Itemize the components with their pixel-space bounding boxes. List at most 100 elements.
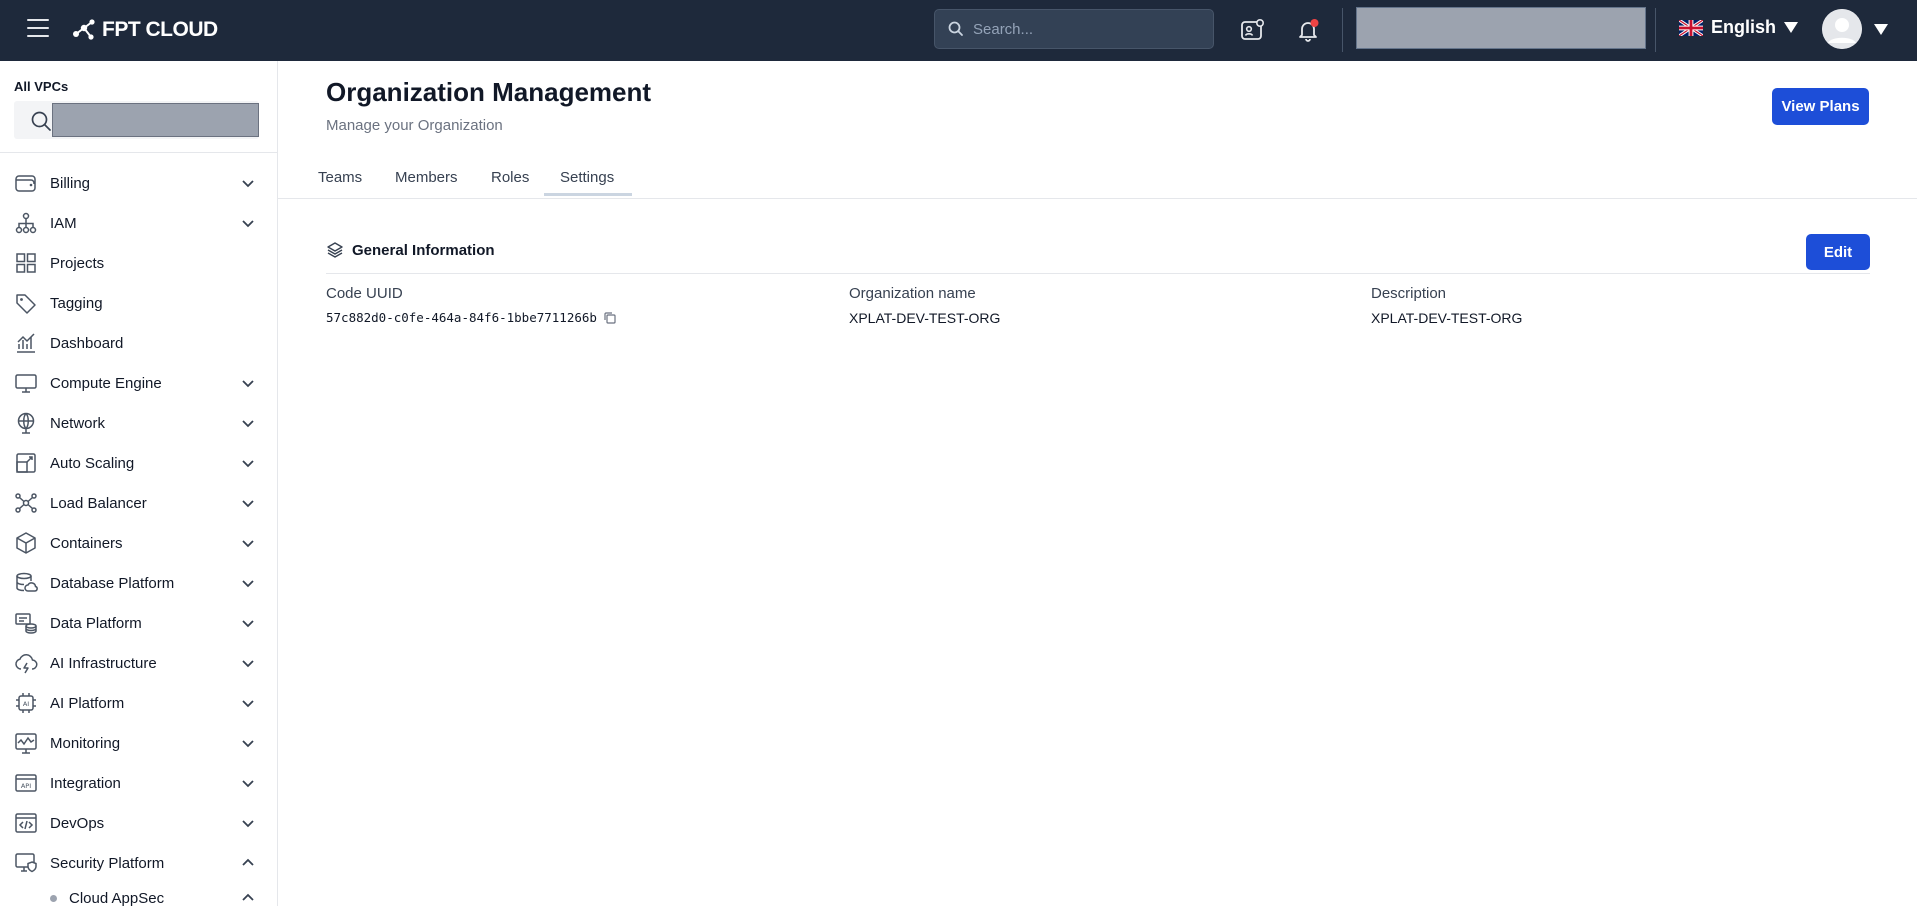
description-value: XPLAT-DEV-TEST-ORG	[1371, 310, 1523, 326]
sidebar-subitem-cloud-appsec[interactable]: Cloud AppSec	[0, 883, 277, 906]
sidebar-item-label: Compute Engine	[50, 374, 162, 392]
sidebar-item-label: IAM	[50, 214, 77, 232]
sidebar-item-label: Auto Scaling	[50, 454, 135, 472]
api-icon: API	[15, 774, 37, 792]
general-info-header: General Information	[326, 241, 495, 259]
notification-bell-icon[interactable]	[1294, 16, 1322, 44]
language-selector[interactable]: English	[1679, 17, 1799, 38]
chevron-down-icon	[242, 820, 254, 828]
header-divider	[1655, 8, 1656, 52]
sidebar-item-label: Tagging	[50, 294, 103, 312]
user-menu-caret-icon[interactable]	[1874, 24, 1888, 35]
search-icon	[948, 21, 963, 36]
view-plans-button[interactable]: View Plans	[1772, 88, 1869, 125]
tab-teams[interactable]: Teams	[318, 155, 362, 199]
sidebar-item-billing[interactable]: Billing	[0, 163, 277, 203]
chevron-down-icon	[242, 540, 254, 548]
brand-logo[interactable]: FPT CLOUD	[70, 16, 218, 44]
globe-icon	[17, 412, 35, 434]
tab-roles[interactable]: Roles	[491, 155, 529, 199]
vpc-label: All VPCs	[14, 79, 69, 94]
sidebar-item-label: AI Platform	[50, 694, 125, 712]
organization-name-value: XPLAT-DEV-TEST-ORG	[849, 310, 1001, 326]
active-tab-indicator	[544, 193, 632, 196]
sidebar-item-data-platform[interactable]: Data Platform	[0, 603, 277, 643]
chevron-down-icon	[242, 460, 254, 468]
box-icon	[16, 532, 36, 554]
vpc-search-field[interactable]	[14, 101, 259, 139]
header-divider	[1342, 8, 1343, 52]
hamburger-menu-icon[interactable]	[27, 19, 49, 37]
sidebar-item-label: Network	[50, 414, 106, 432]
copy-icon[interactable]	[603, 311, 617, 325]
tab-bar: Teams Members Roles Settings	[278, 155, 1917, 199]
sidebar-item-monitoring[interactable]: Monitoring	[0, 723, 277, 763]
sidebar-item-label: DevOps	[50, 814, 105, 832]
chevron-down-icon	[242, 380, 254, 388]
tag-icon	[16, 294, 36, 314]
sidebar-item-label: Load Balancer	[50, 494, 147, 512]
redacted-vpc-input[interactable]	[52, 103, 259, 137]
chevron-up-icon	[242, 858, 254, 866]
sidebar-item-security-platform[interactable]: Security Platform	[0, 843, 277, 883]
page-subtitle: Manage your Organization	[326, 117, 503, 134]
chevron-down-icon	[242, 620, 254, 628]
redacted-region-selector[interactable]	[1356, 7, 1646, 49]
chevron-down-icon	[242, 180, 254, 188]
search-icon	[31, 111, 51, 131]
page-title: Organization Management	[326, 77, 652, 107]
sidebar-item-label: Integration	[50, 774, 121, 792]
tab-members[interactable]: Members	[395, 155, 458, 199]
contact-card-icon[interactable]	[1238, 16, 1266, 44]
sidebar-item-label: Projects	[50, 254, 105, 272]
global-search[interactable]	[934, 9, 1214, 49]
user-avatar-icon	[1822, 9, 1862, 49]
sidebar-item-containers[interactable]: Containers	[0, 523, 277, 563]
grid-icon	[16, 253, 36, 273]
field-description: Description XPLAT-DEV-TEST-ORG	[1371, 285, 1522, 326]
sidebar-item-label: Billing	[50, 174, 91, 192]
ai-chip-icon: AI	[16, 693, 36, 713]
sidebar-item-devops[interactable]: DevOps	[0, 803, 277, 843]
sidebar-subitem-label: Cloud AppSec	[69, 889, 165, 906]
sidebar-item-network[interactable]: Network	[0, 403, 277, 443]
user-avatar[interactable]	[1822, 9, 1862, 49]
sidebar-item-auto-scaling[interactable]: Auto Scaling	[0, 443, 277, 483]
sidebar-item-iam[interactable]: IAM	[0, 203, 277, 243]
sidebar-item-database-platform[interactable]: Database Platform	[0, 563, 277, 603]
chevron-down-icon	[242, 420, 254, 428]
chevron-down-icon	[242, 780, 254, 788]
fpt-logo-mark-icon	[73, 19, 95, 40]
sidebar-item-ai-platform[interactable]: AI AI Platform	[0, 683, 277, 723]
search-input[interactable]	[973, 20, 1193, 38]
sidebar-menu: Billing IAM Projects Tagging Dashboard C…	[0, 163, 277, 906]
sidebar-item-load-balancer[interactable]: Load Balancer	[0, 483, 277, 523]
database-icon	[16, 572, 38, 592]
sidebar-item-tagging[interactable]: Tagging	[0, 283, 277, 323]
sidebar-item-label: Security Platform	[50, 854, 165, 872]
main-content: Organization Management Manage your Orga…	[278, 61, 1917, 906]
org-chart-icon	[15, 212, 37, 234]
sidebar-item-label: Monitoring	[50, 734, 121, 752]
code-window-icon	[15, 813, 37, 833]
sidebar-item-label: Dashboard	[50, 334, 124, 352]
field-code-uuid: Code UUID 57c882d0-c0fe-464a-84f6-1bbe77…	[326, 285, 617, 325]
section-title: General Information	[352, 241, 495, 259]
sidebar-item-integration[interactable]: API Integration	[0, 763, 277, 803]
chevron-down-icon	[242, 740, 254, 748]
field-value-wrap: 57c882d0-c0fe-464a-84f6-1bbe7711266b	[326, 310, 617, 325]
sidebar-item-compute-engine[interactable]: Compute Engine	[0, 363, 277, 403]
caret-down-icon	[1784, 22, 1799, 33]
language-label: English	[1711, 17, 1777, 37]
cloud-lightning-icon	[15, 654, 38, 674]
sidebar-item-ai-infrastructure[interactable]: AI Infrastructure	[0, 643, 277, 683]
sidebar-item-label: Database Platform	[50, 574, 175, 592]
field-label: Organization name	[849, 285, 976, 302]
sidebar-item-projects[interactable]: Projects	[0, 243, 277, 283]
sidebar-item-dashboard[interactable]: Dashboard	[0, 323, 277, 363]
svg-text:API: API	[21, 782, 31, 790]
layers-icon	[327, 242, 343, 258]
chevron-up-icon	[242, 893, 254, 901]
svg-text:AI: AI	[23, 700, 29, 708]
edit-button[interactable]: Edit	[1806, 234, 1870, 270]
